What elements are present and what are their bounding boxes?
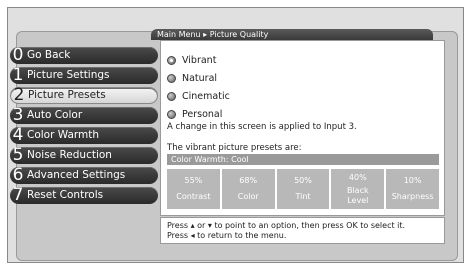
breadcrumb-current: Picture Quality	[209, 30, 269, 39]
preset-option-natural[interactable]: Natural	[167, 71, 217, 85]
setting-sharpness: 10% Sharpness	[386, 169, 439, 209]
help-line-return: Press ◂ to return to the menu.	[167, 231, 287, 240]
radio-selected-icon	[167, 55, 176, 65]
setting-label: Contrast	[176, 192, 211, 201]
color-warmth-bar: Color Warmth: Cool	[167, 154, 439, 165]
setting-value: 10%	[403, 176, 422, 185]
setting-value: 40%	[348, 172, 367, 182]
setting-label: Black Level	[346, 185, 369, 205]
help-text-box: Press ▴ or ▾ to point to an option, then…	[160, 217, 445, 244]
sidebar-item-auto-color[interactable]: 3 Auto Color	[10, 107, 158, 124]
menu-number: 6	[12, 165, 24, 185]
menu-number: 2	[13, 85, 25, 105]
preset-label: Personal	[182, 108, 223, 120]
sidebar-item-label: Noise Reduction	[27, 149, 112, 161]
sidebar: 0 Go Back 1 Picture Settings 2 Picture P…	[10, 47, 158, 207]
sidebar-item-label: Color Warmth	[27, 129, 100, 141]
sidebar-item-label: Reset Controls	[27, 189, 104, 201]
preset-option-personal[interactable]: Personal	[167, 107, 222, 121]
sidebar-item-label: Auto Color	[27, 109, 83, 121]
setting-label: Tint	[295, 192, 311, 201]
menu-number: 1	[12, 65, 24, 85]
sidebar-item-label: Picture Settings	[27, 69, 110, 81]
sidebar-item-label: Go Back	[27, 49, 71, 61]
radio-icon	[167, 109, 176, 119]
setting-value: 68%	[239, 176, 258, 185]
presets-heading: The vibrant picture presets are:	[167, 143, 302, 153]
picture-presets-content: Vibrant Natural Cinematic Personal A cha…	[160, 40, 445, 216]
preset-option-cinematic[interactable]: Cinematic	[167, 89, 230, 103]
input-info-text: A change in this screen is applied to In…	[167, 122, 357, 132]
sidebar-item-picture-settings[interactable]: 1 Picture Settings	[10, 67, 158, 84]
menu-number: 7	[12, 185, 24, 205]
menu-number: 0	[12, 45, 24, 65]
setting-label: Color	[237, 192, 259, 201]
sidebar-item-advanced-settings[interactable]: 6 Advanced Settings	[10, 167, 158, 184]
radio-icon	[167, 91, 176, 101]
setting-tint: 50% Tint	[276, 169, 330, 209]
help-line-navigate: Press ▴ or ▾ to point to an option, then…	[167, 221, 406, 230]
sidebar-item-picture-presets[interactable]: 2 Picture Presets	[10, 87, 158, 104]
menu-number: 5	[12, 145, 24, 165]
setting-black-level: 40% Black Level	[331, 169, 385, 209]
breadcrumb-root: Main Menu	[157, 30, 201, 39]
setting-label: Sharpness	[391, 192, 434, 201]
setting-color: 68% Color	[221, 169, 275, 209]
sidebar-item-label: Advanced Settings	[27, 169, 126, 181]
menu-number: 4	[12, 125, 24, 145]
setting-contrast: 55% Contrast	[167, 169, 220, 209]
setting-value: 50%	[294, 176, 312, 185]
preset-option-vibrant[interactable]: Vibrant	[167, 53, 216, 67]
menu-number: 3	[12, 105, 24, 125]
preset-settings-row: 55% Contrast 68% Color 50% Tint 40% Blac…	[167, 169, 439, 209]
breadcrumb-separator-icon: ▸	[203, 30, 208, 39]
breadcrumb: Main Menu ▸ Picture Quality	[151, 29, 433, 40]
preset-label: Cinematic	[182, 90, 230, 102]
sidebar-item-label: Picture Presets	[28, 89, 106, 101]
preset-label: Vibrant	[182, 54, 217, 66]
radio-icon	[167, 73, 176, 83]
sidebar-item-color-warmth[interactable]: 4 Color Warmth	[10, 127, 158, 144]
sidebar-item-noise-reduction[interactable]: 5 Noise Reduction	[10, 147, 158, 164]
sidebar-item-reset-controls[interactable]: 7 Reset Controls	[10, 187, 158, 204]
sidebar-item-go-back[interactable]: 0 Go Back	[10, 47, 158, 64]
preset-label: Natural	[182, 72, 218, 84]
setting-value: 55%	[184, 176, 203, 185]
